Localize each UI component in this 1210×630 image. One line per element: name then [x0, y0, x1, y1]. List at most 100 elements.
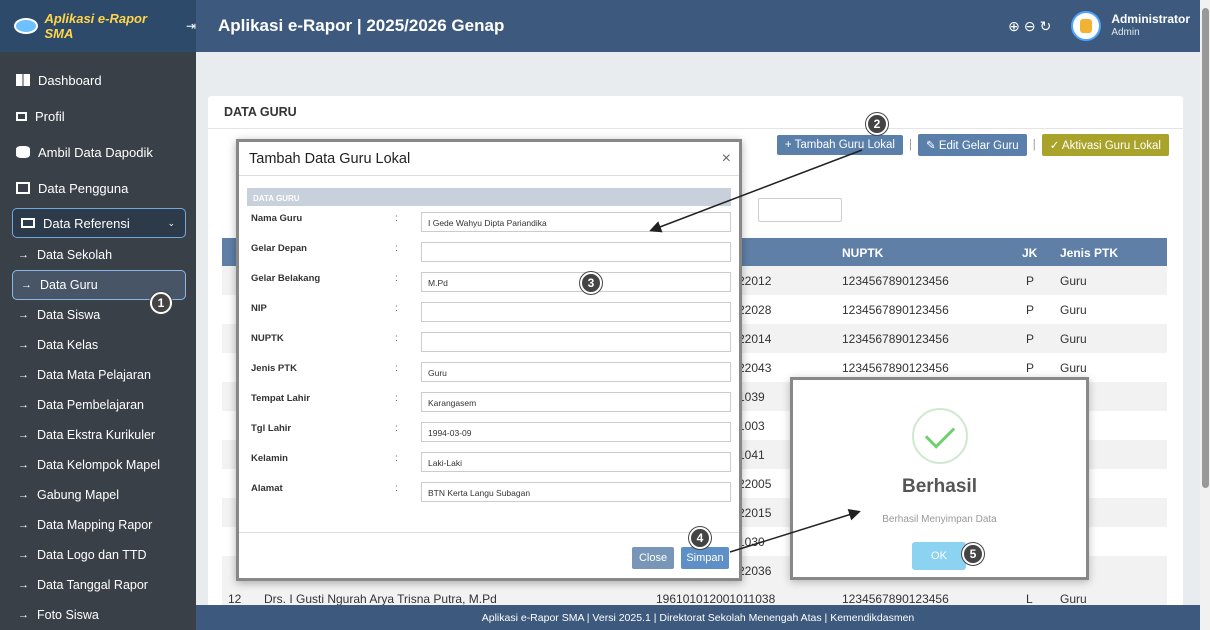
- sidebar-item-dashboard[interactable]: Dashboard: [0, 62, 196, 98]
- cell-jenis-ptk: Guru: [1060, 361, 1087, 375]
- field-colon: :: [395, 393, 398, 404]
- divider: |: [908, 139, 912, 151]
- form-row: Kelamin: Laki-Laki: [239, 448, 739, 478]
- field-colon: :: [395, 303, 398, 314]
- tambah-guru-modal: Tambah Data Guru Lokal × DATA GURU Nama …: [236, 139, 742, 581]
- cell-nuptk: 1234567890123456: [842, 274, 949, 288]
- arrow-right-icon: →: [18, 429, 29, 441]
- tambah-guru-lokal-button[interactable]: + Tambah Guru Lokal: [776, 135, 903, 155]
- sidebar-item-data-mata-pelajaran[interactable]: → Data Mata Pelajaran: [0, 360, 196, 390]
- form-row: Tgl Lahir: 1994-03-09: [239, 418, 739, 448]
- cell-nuptk: 1234567890123456: [842, 592, 949, 606]
- aktivasi-guru-lokal-button[interactable]: ✓ Aktivasi Guru Lokal: [1041, 134, 1169, 156]
- sidebar-item-label: Data Sekolah: [37, 248, 113, 262]
- simpan-button[interactable]: Simpan: [681, 547, 729, 569]
- field-label: Gelar Depan: [251, 243, 307, 254]
- cell-nip: 22028: [738, 303, 772, 317]
- sidebar-item-label: Data Pengguna: [38, 180, 129, 196]
- cell-jk: P: [1026, 274, 1035, 288]
- form-row: NUPTK:: [239, 328, 739, 358]
- cell-nip: 1039: [738, 390, 765, 404]
- sidebar-item-label: Foto Siswa: [37, 608, 99, 622]
- cell-nip: 22036: [738, 564, 772, 578]
- cell-jenis-ptk: Guru: [1060, 274, 1087, 288]
- field-colon: :: [395, 213, 398, 224]
- sidebar-item-ambil-data-dapodik[interactable]: Ambil Data Dapodik: [0, 134, 196, 170]
- cell-jk: P: [1026, 361, 1035, 375]
- users-icon: [16, 182, 30, 194]
- search-input[interactable]: [758, 198, 842, 222]
- cell-nip: 22043: [738, 361, 772, 375]
- sidebar-item-profil[interactable]: Profil: [0, 98, 196, 134]
- cell-nip: 22014: [738, 332, 772, 346]
- sidebar-item-label: Data Kelas: [37, 338, 99, 352]
- sidebar-item-data-logo-dan-ttd[interactable]: → Data Logo dan TTD: [0, 540, 196, 570]
- field-input[interactable]: BTN Kerta Langu Subagan: [421, 482, 731, 502]
- zoom-in-icon[interactable]: ⊕: [1008, 18, 1020, 35]
- user-info[interactable]: Administrator Admin: [1111, 13, 1190, 39]
- modal-title: Tambah Data Guru Lokal: [249, 150, 411, 167]
- cell-nip: 1030: [738, 535, 765, 549]
- arrow-right-icon: →: [18, 309, 29, 321]
- ok-button[interactable]: OK: [912, 542, 966, 570]
- divider: |: [1032, 139, 1036, 151]
- close-icon[interactable]: ×: [722, 150, 731, 168]
- field-input[interactable]: Guru: [421, 362, 731, 382]
- sidebar-item-data-kelompok-mapel[interactable]: → Data Kelompok Mapel: [0, 450, 196, 480]
- sidebar-item-data-pengguna[interactable]: Data Pengguna: [0, 170, 196, 206]
- field-input[interactable]: [421, 242, 731, 262]
- sidebar-item-label: Profil: [35, 108, 65, 124]
- edit-gelar-guru-button[interactable]: ✎ Edit Gelar Guru: [917, 134, 1027, 156]
- sidebar-toggle-icon[interactable]: ⇥: [186, 19, 196, 33]
- reset-zoom-icon[interactable]: ↻: [1040, 18, 1052, 35]
- sidebar-group-label: Data Referensi: [43, 215, 130, 231]
- sidebar-item-data-kelas[interactable]: → Data Kelas: [0, 330, 196, 360]
- sidebar-item-label: Data Mata Pelajaran: [37, 368, 151, 382]
- step-badge-5: 5: [962, 543, 984, 565]
- field-input[interactable]: Karangasem: [421, 392, 731, 412]
- arrow-right-icon: →: [18, 399, 29, 411]
- cell-jk: P: [1026, 303, 1035, 317]
- sidebar-item-data-tanggal-rapor[interactable]: → Data Tanggal Rapor: [0, 570, 196, 600]
- cell-nip: 196101012001011038: [656, 592, 776, 606]
- field-input[interactable]: I Gede Wahyu Dipta Pariandika: [421, 212, 731, 232]
- check-icon: ✓: [1049, 140, 1062, 152]
- brand[interactable]: Aplikasi e-Rapor SMA ⇥: [0, 0, 196, 52]
- arrow-right-icon: →: [18, 519, 29, 531]
- arrow-right-icon: →: [18, 249, 29, 261]
- chevron-down-icon: ⌄: [167, 217, 175, 228]
- field-input[interactable]: [421, 302, 731, 322]
- step-badge-2: 2: [866, 113, 888, 135]
- app-title: Aplikasi e-Rapor | 2025/2026 Genap: [218, 16, 505, 35]
- field-colon: :: [395, 243, 398, 254]
- user-role: Admin: [1111, 27, 1140, 38]
- field-label: Jenis PTK: [251, 363, 297, 374]
- field-colon: :: [395, 483, 398, 494]
- field-input[interactable]: [421, 332, 731, 352]
- page-scrollbar[interactable]: [1200, 0, 1210, 630]
- sidebar-item-data-sekolah[interactable]: → Data Sekolah: [0, 240, 196, 270]
- sidebar-group-data-referensi[interactable]: Data Referensi ⌄: [12, 208, 186, 238]
- top-bar: Aplikasi e-Rapor SMA ⇥ Aplikasi e-Rapor …: [0, 0, 1210, 52]
- form-row: Nama Guru: I Gede Wahyu Dipta Pariandika: [239, 208, 739, 238]
- avatar[interactable]: [1071, 11, 1102, 41]
- profile-icon: [16, 111, 27, 121]
- field-input[interactable]: M.Pd: [421, 272, 731, 292]
- zoom-out-icon[interactable]: ⊖: [1024, 18, 1036, 35]
- sidebar-item-label: Data Guru: [40, 278, 98, 292]
- brand-logo: [14, 18, 39, 34]
- cell-jenis-ptk: Guru: [1060, 303, 1087, 317]
- sidebar-item-gabung-mapel[interactable]: → Gabung Mapel: [0, 480, 196, 510]
- field-input[interactable]: 1994-03-09: [421, 422, 731, 442]
- field-input[interactable]: Laki-Laki: [421, 452, 731, 472]
- sidebar-item-data-mapping-rapor[interactable]: → Data Mapping Rapor: [0, 510, 196, 540]
- form-row: Tempat Lahir: Karangasem: [239, 388, 739, 418]
- sidebar-item-label: Data Ekstra Kurikuler: [37, 428, 156, 442]
- field-label: Alamat: [251, 483, 283, 494]
- close-button[interactable]: Close: [632, 547, 674, 569]
- sidebar-item-foto-siswa[interactable]: → Foto Siswa: [0, 600, 196, 630]
- column-header-jk: JK: [1022, 246, 1038, 260]
- sidebar-item-data-pembelajaran[interactable]: → Data Pembelajaran: [0, 390, 196, 420]
- step-badge-4: 4: [689, 527, 711, 549]
- sidebar-item-data-ekstra-kurikuler[interactable]: → Data Ekstra Kurikuler: [0, 420, 196, 450]
